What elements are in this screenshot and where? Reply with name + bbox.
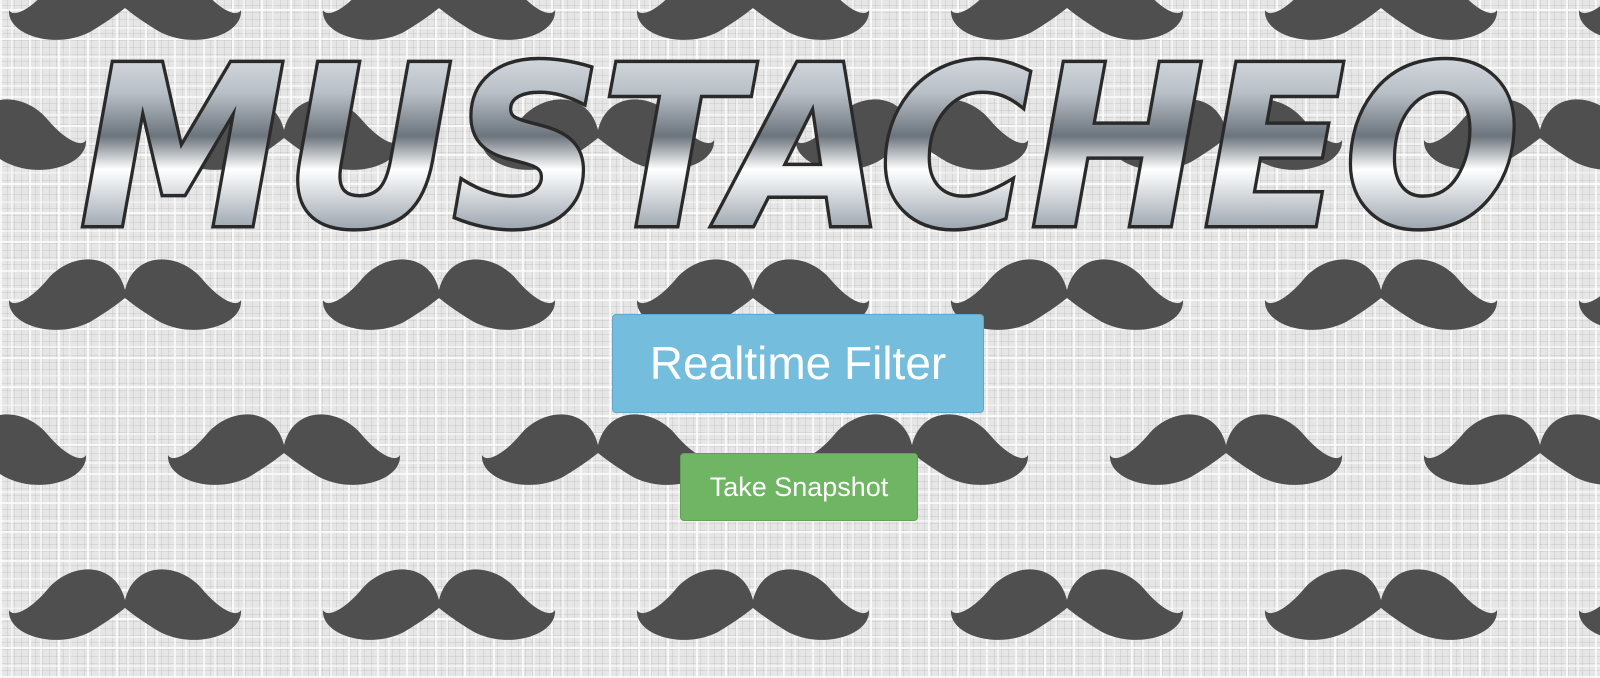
mustache-icon	[0, 414, 87, 485]
mustache-icon	[167, 414, 401, 485]
take-snapshot-button[interactable]: Take Snapshot	[680, 453, 918, 521]
mustache-icon	[950, 569, 1184, 640]
mustache-icon	[1423, 414, 1600, 485]
mustache-icon	[1578, 259, 1600, 330]
mustache-icon	[1578, 569, 1600, 640]
realtime-filter-button[interactable]: Realtime Filter	[612, 314, 984, 413]
mustache-icon	[1264, 569, 1498, 640]
app-logo-text: MUSTACHEO	[80, 20, 1520, 250]
mustache-icon	[322, 259, 556, 330]
mustache-icon	[8, 569, 242, 640]
mustache-icon	[1109, 414, 1343, 485]
mustache-icon	[322, 569, 556, 640]
app-logo: MUSTACHEO	[77, 20, 1524, 250]
mustache-icon	[636, 569, 870, 640]
mustache-icon	[8, 259, 242, 330]
mustache-icon	[1578, 0, 1600, 40]
mustache-icon	[950, 259, 1184, 330]
mustache-icon	[1264, 259, 1498, 330]
